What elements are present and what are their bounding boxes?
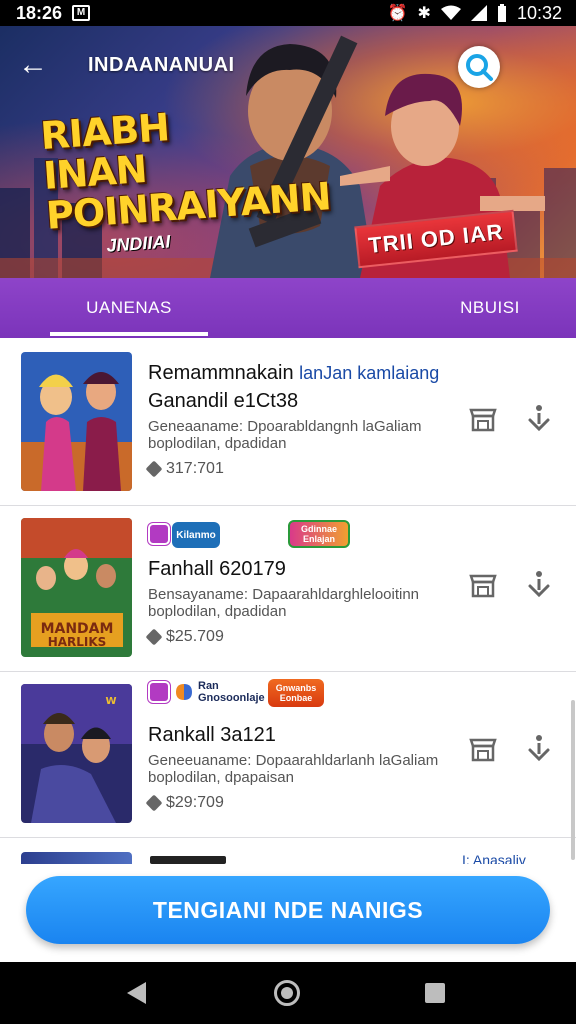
download-icon[interactable]	[522, 568, 556, 602]
item-tag-partial: I: Anasaliv	[462, 852, 526, 864]
item-title-highlight: lanJan kamlaiang	[299, 363, 440, 383]
item-price: $25.709	[145, 628, 224, 646]
nav-home-icon[interactable]	[274, 980, 300, 1006]
search-icon	[466, 54, 493, 81]
game-thumbnail: W	[21, 684, 132, 823]
download-icon[interactable]	[522, 732, 556, 766]
back-arrow-icon[interactable]: ←	[18, 50, 48, 80]
badge-label: Kilanmo	[172, 522, 220, 548]
list-item[interactable]: Remammnakain lanJan kamlaiang Ganandil e…	[0, 340, 576, 506]
badge-label: Gnwanbs Eonbae	[268, 679, 324, 707]
item-price-value: $29:709	[166, 794, 224, 811]
signal-icon	[470, 5, 487, 21]
item-price: 317:701	[145, 460, 224, 478]
svg-text:W: W	[105, 696, 116, 707]
wifi-icon	[440, 5, 461, 20]
list-item[interactable]: MANDAM HARLIKS Kilanmo Gdinnae Enlajan F…	[0, 506, 576, 672]
alarm-icon: ⏰	[387, 5, 408, 22]
game-thumbnail: MANDAM HARLIKS	[21, 518, 132, 657]
primary-action-button[interactable]: TENGIANI NDE NANIGS	[26, 876, 550, 944]
item-description: Geneeuaname: Dopaarahldarlanh laGaliam b…	[148, 752, 439, 786]
category-icon	[148, 681, 170, 703]
item-description: Bensayaname: Dapaarahldarghlelooitinn bo…	[148, 586, 420, 620]
search-button[interactable]	[458, 46, 500, 88]
item-title: Remammnakain lanJan kamlaiang	[148, 362, 439, 385]
price-tag-icon	[145, 628, 163, 646]
bluetooth-icon: ✱	[417, 5, 431, 22]
nav-back-icon[interactable]	[127, 982, 146, 1004]
scrollbar[interactable]	[571, 700, 575, 860]
game-thumbnail	[21, 352, 132, 491]
price-tag-icon	[145, 460, 163, 478]
item-price: $29:709	[145, 794, 224, 812]
list-item-partial[interactable]: I: Anasaliv	[0, 852, 576, 864]
badge-label: Ran Gnosoonlaje	[198, 680, 265, 704]
status-time: 18:26	[16, 2, 63, 23]
item-price-value: 317:701	[166, 460, 224, 477]
notification-icon: M	[72, 5, 91, 21]
item-description: Geneaaname: Dpoarabldangnh laGaliam bopl…	[148, 418, 422, 452]
price-tag-icon	[145, 794, 163, 812]
item-price-value: $25.709	[166, 628, 224, 645]
game-logo: RIABH INAN POINRAIYANN JNDIIAI	[39, 100, 332, 261]
store-icon[interactable]	[466, 732, 500, 766]
tab-news[interactable]: NBUISI	[410, 278, 570, 338]
tab-bar: UANENAS NBUISI	[0, 278, 576, 338]
store-icon[interactable]	[466, 402, 500, 436]
item-title: Fanhall 620179	[148, 558, 286, 580]
hero-banner[interactable]: ← INDAANANUAI RIABH INAN POINRAIYANN JND…	[0, 26, 576, 278]
store-icon[interactable]	[466, 568, 500, 602]
badge-label: Gdinnae Enlajan	[288, 520, 350, 548]
list-item[interactable]: W Ran Gnosoonlaje Gnwanbs Eonbae Rankall…	[0, 672, 576, 838]
tab-games[interactable]: UANENAS	[50, 278, 208, 338]
battery-icon	[497, 4, 506, 22]
nav-recents-icon[interactable]	[425, 983, 445, 1003]
status-bar: 18:26 M ⏰ ✱ 10:32	[0, 0, 576, 26]
category-icon	[148, 523, 170, 545]
game-list[interactable]: Remammnakain lanJan kamlaiang Ganandil e…	[0, 340, 576, 864]
game-thumbnail	[21, 852, 132, 864]
svg-text:HARLIKS: HARLIKS	[48, 635, 107, 649]
item-subtitle: Ganandil e1Ct38	[148, 390, 299, 412]
download-icon[interactable]	[522, 402, 556, 436]
system-nav-bar	[0, 962, 576, 1024]
page-title: INDAANANUAI	[88, 54, 235, 76]
status-time-right: 10:32	[516, 2, 562, 23]
active-tab-indicator	[50, 332, 208, 336]
item-title-main: Remammnakain	[148, 362, 294, 384]
item-title-partial	[150, 856, 226, 864]
item-title: Rankall 3a121	[148, 724, 276, 746]
game-mini-logo	[176, 684, 192, 700]
